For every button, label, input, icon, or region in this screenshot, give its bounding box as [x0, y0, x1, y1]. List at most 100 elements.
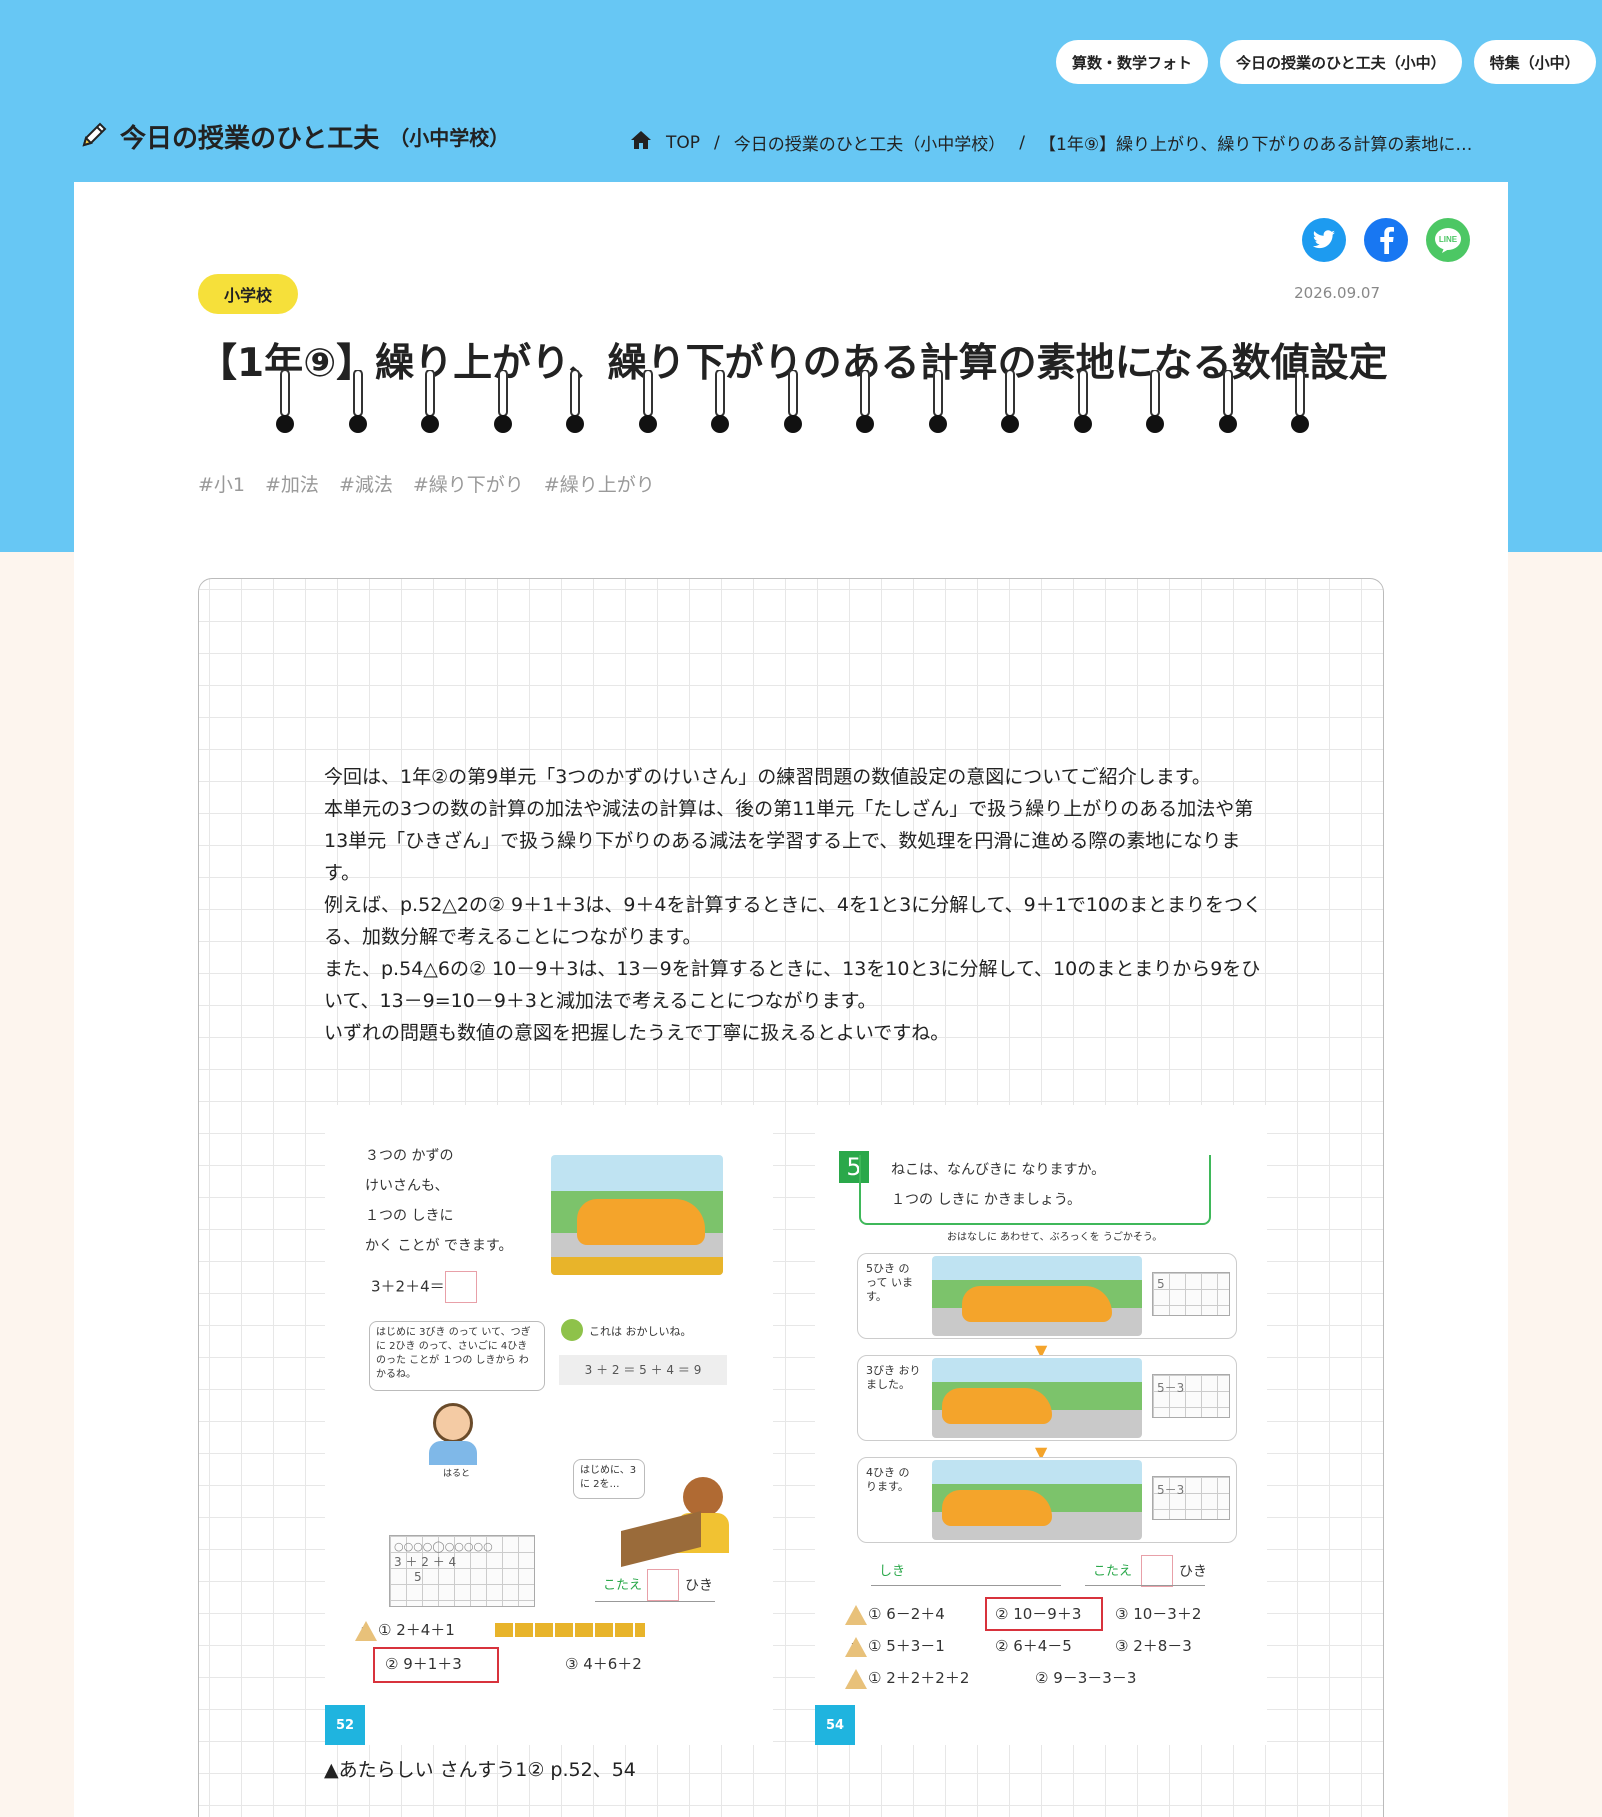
block-icons [495, 1623, 645, 1637]
spiral-ring [927, 369, 949, 438]
paragraph: 本単元の3つの数の計算の加法や減法の計算は、後の第11単元「たしざん」で扱う繰り… [324, 798, 1254, 884]
spiral-ring [854, 369, 876, 438]
spiral-ring [1144, 369, 1166, 438]
highlight-box [985, 1597, 1103, 1631]
site-title-main: 今日の授業のひと工夫 [120, 124, 380, 154]
answer-label: こたえ [603, 1578, 643, 1593]
home-icon[interactable] [630, 130, 652, 155]
answer-unit: ひき [1179, 1564, 1207, 1580]
hint-text: おはなしに あわせて、ぶろっくを うごかそう。 [947, 1232, 1163, 1243]
equation-row: 3＋2＋4＝ [371, 1271, 477, 1303]
step-text: 5ひき のって います。 [866, 1262, 913, 1303]
notebook-frame: 今回は、1年②の第9単元「3つのかずのけいさん」の練習問題の数値設定の意図につい… [198, 578, 1384, 1817]
textbook-page-54: 5 ねこは、なんびきに なりますか。 １つの しきに かきましょう。 おはなしに… [815, 1105, 1267, 1745]
tag[interactable]: #減法 [339, 470, 393, 497]
exercise-item: ① 2＋4＋1 [378, 1621, 455, 1639]
breadcrumb: TOP / 今日の授業のひと工夫（小中学校） / 【1年⑨】繰り上がり、繰り下が… [630, 130, 1472, 155]
spiral-ring [347, 369, 369, 438]
site-title-sub: （小中学校） [389, 126, 510, 150]
student-notebook: ○○○○◯○○○○○ 3 ＋ 2 ＋ 4 5 [389, 1535, 535, 1607]
step-text: 3びき おりました。 [866, 1364, 921, 1391]
breadcrumb-category[interactable]: 今日の授業のひと工夫（小中学校） [734, 130, 1006, 155]
problem-line: ねこは、なんびきに なりますか。 [891, 1162, 1106, 1178]
step-box: 5－3 [1152, 1374, 1230, 1418]
spiral-ring [637, 369, 659, 438]
breadcrumb-top[interactable]: TOP [666, 133, 700, 153]
haruto-avatar [433, 1403, 473, 1443]
page-number: 54 [815, 1705, 855, 1745]
textbook-page-52: ３つの かずの けいさんも、 １つの しきに かく ことが できます。 3＋2＋… [325, 1105, 773, 1745]
answer-box [647, 1569, 679, 1601]
spiral-ring [274, 369, 296, 438]
top-nav: 算数・数学フォト 今日の授業のひと工夫（小中） 特集（小中） [1056, 40, 1596, 84]
girl-illustration [621, 1473, 741, 1567]
step-text: 4ひき のります。 [866, 1466, 910, 1493]
step-box: 5－3 [1152, 1476, 1230, 1520]
exercise-mark-icon [845, 1604, 867, 1625]
nav-pill-lesson-tips[interactable]: 今日の授業のひと工夫（小中） [1220, 40, 1462, 84]
answer-box [444, 1271, 477, 1303]
answer-unit: ひき [685, 1578, 713, 1594]
intro-line: ３つの かずの [365, 1148, 454, 1164]
spiral-ring [1072, 369, 1094, 438]
notebook-sub: 5 [414, 1570, 422, 1584]
twitter-share-button[interactable] [1302, 218, 1346, 262]
breadcrumb-current: 【1年⑨】繰り上がり、繰り下がりのある計算の素地に… [1039, 135, 1473, 155]
story-step: 4ひき のります。 5－3 [857, 1457, 1237, 1543]
twitter-icon [1312, 230, 1335, 249]
speech-haruto: はじめに 3びき のって いて、つぎに 2ひき のって、さいごに 4ひき のった… [369, 1321, 545, 1391]
line-icon: LINE [1435, 228, 1461, 253]
spiral-ring [492, 369, 514, 438]
tag[interactable]: #小1 [198, 470, 245, 497]
tag[interactable]: #繰り下がり [413, 470, 524, 497]
exercise-mark-icon [355, 1620, 377, 1641]
haruto-name: はると [443, 1469, 471, 1479]
exercise-row-7: 7① 5＋3－1 [845, 1631, 945, 1663]
intro-line: かく ことが できます。 [365, 1238, 513, 1254]
exercise-item: ② 9－3－3－3 [1035, 1669, 1137, 1687]
exercise-item: ③ 2＋8－3 [1115, 1637, 1192, 1655]
exercise-row-8: 8① 2＋2＋2＋2 [845, 1663, 969, 1695]
tag-list: #小1 #加法 #減法 #繰り下がり #繰り上がり [198, 470, 655, 497]
exercise-mark-icon [845, 1668, 867, 1689]
page-number: 52 [325, 1705, 365, 1745]
speech-odd: これは おかしいね。 [589, 1325, 692, 1338]
site-title[interactable]: 今日の授業のひと工夫 （小中学校） [78, 118, 509, 155]
facebook-icon [1380, 227, 1394, 254]
tag[interactable]: #繰り上がり [544, 470, 655, 497]
spiral-ring [419, 369, 441, 438]
nav-pill-feature[interactable]: 特集（小中） [1473, 40, 1596, 84]
category-badge[interactable]: 小学校 [198, 274, 298, 314]
facebook-share-button[interactable] [1364, 218, 1408, 262]
exercise-item: ① 2＋2＋2＋2 [868, 1669, 970, 1687]
notebook-rings [74, 369, 1508, 440]
problem-line: １つの しきに かきましょう。 [891, 1192, 1082, 1208]
line-share-button[interactable]: LINE [1426, 218, 1470, 262]
paragraph: いずれの問題も数値の意図を把握したうえで丁寧に扱えるとよいですね。 [324, 1022, 950, 1044]
wrong-equation: 3 ＋ 2 ＝ 5 ＋ 4 ＝ 9 [559, 1355, 727, 1385]
spiral-ring [709, 369, 731, 438]
tag[interactable]: #加法 [265, 470, 319, 497]
paragraph: 例えば、p.52△2の② 9＋1＋3は、9＋4を計算するときに、4を1と3に分解… [324, 894, 1263, 948]
spiral-ring [999, 369, 1021, 438]
breadcrumb-separator: / [1019, 132, 1025, 153]
share-buttons: LINE [1302, 218, 1470, 262]
exercise-item: ① 6－2＋4 [868, 1605, 945, 1623]
bus-photo [551, 1155, 723, 1275]
story-step: 3びき おりました。 5－3 [857, 1355, 1237, 1441]
paragraph: 今回は、1年②の第9単元「3つのかずのけいさん」の練習問題の数値設定の意図につい… [324, 766, 1211, 788]
notebook-equation: 3 ＋ 2 ＋ 4 [394, 1555, 457, 1569]
exercise-item: ① 5＋3－1 [868, 1637, 945, 1655]
sprout-character [561, 1319, 583, 1341]
pencil-icon [78, 119, 110, 155]
nav-pill-math-photo[interactable]: 算数・数学フォト [1056, 40, 1209, 84]
exercise-row-2: 2① 2＋4＋1 [355, 1615, 455, 1647]
intro-line: けいさんも、 [365, 1178, 449, 1194]
breadcrumb-separator: / [714, 132, 720, 153]
equation: 3＋2＋4＝ [371, 1277, 445, 1296]
exercise-item: ② 6＋4－5 [995, 1637, 1072, 1655]
figure-caption: ▲あたらしい さんすう1② p.52、54 [324, 1759, 636, 1781]
spiral-ring [564, 369, 586, 438]
svg-text:LINE: LINE [1439, 235, 1458, 244]
publish-date: 2026.09.07 [1294, 284, 1380, 302]
